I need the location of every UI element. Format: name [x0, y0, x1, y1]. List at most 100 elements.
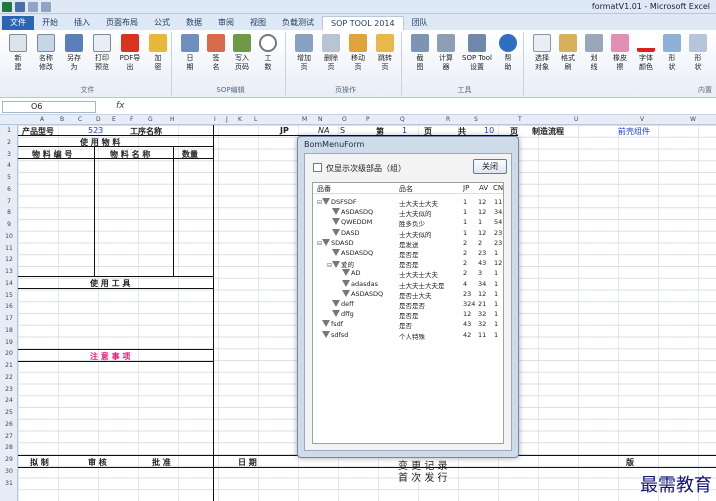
col-jp[interactable]: JP [463, 184, 469, 192]
calculator-button[interactable]: 计算 器 [434, 32, 458, 82]
jump-page-button[interactable]: 跳转 页 [373, 32, 397, 82]
work-hours-button[interactable]: 工 数 [256, 32, 280, 82]
tree-row[interactable]: deff 是否是否 324 21 1 [313, 299, 503, 310]
row-header[interactable]: 5 [0, 174, 18, 181]
print-preview-button[interactable]: 打印 预览 [90, 32, 114, 82]
redo-icon[interactable] [41, 2, 51, 12]
tab-file[interactable]: 文件 [2, 16, 34, 30]
column-header[interactable]: D [96, 115, 101, 125]
column-header[interactable]: J [226, 115, 228, 125]
col-cn[interactable]: CN [493, 184, 503, 192]
column-header[interactable]: O [342, 115, 347, 125]
column-header[interactable]: W [690, 115, 696, 125]
column-header[interactable]: A [40, 115, 44, 125]
row-header[interactable]: 27 [0, 433, 18, 440]
tree-row[interactable]: adasdas 士大夫士大夫是 4 34 1 [313, 279, 503, 290]
row-header[interactable]: 18 [0, 327, 18, 334]
bom-tree-list[interactable]: 品番 品名 JP AV CN ⊟ DSFSDF 士大夫士大夫 1 12 11 ASDASDQ… [312, 182, 504, 444]
column-header[interactable]: E [112, 115, 116, 125]
tab-team[interactable]: 团队 [404, 16, 436, 30]
column-header[interactable]: N [318, 115, 323, 125]
row-header[interactable]: 31 [0, 480, 18, 487]
sign-button[interactable]: 签 名 [204, 32, 228, 82]
row-header[interactable]: 13 [0, 268, 18, 275]
row-header[interactable]: 28 [0, 444, 18, 451]
row-header[interactable]: 23 [0, 386, 18, 393]
row-header[interactable]: 26 [0, 421, 18, 428]
row-header[interactable]: 7 [0, 198, 18, 205]
row-header[interactable]: 3 [0, 151, 18, 158]
row-header[interactable]: 17 [0, 315, 18, 322]
row-header[interactable]: 16 [0, 303, 18, 310]
date-button[interactable]: 日 期 [178, 32, 202, 82]
help-button[interactable]: 帮 助 [496, 32, 520, 82]
column-header[interactable]: P [366, 115, 370, 125]
delete-page-button[interactable]: 删除 页 [319, 32, 343, 82]
column-header[interactable]: H [170, 115, 175, 125]
column-header[interactable]: G [148, 115, 153, 125]
eraser-button[interactable]: 橡皮 擦 [608, 32, 632, 82]
row-header[interactable]: 19 [0, 339, 18, 346]
new-button[interactable]: 新 建 [6, 32, 30, 82]
tree-row[interactable]: ⊟ 爱的 是否是 2 43 12 [313, 258, 503, 269]
row-header[interactable]: 15 [0, 292, 18, 299]
tree-row[interactable]: DASD 士大夫似的 1 12 23 [313, 228, 503, 239]
rename-button[interactable]: 名称 修改 [34, 32, 58, 82]
col-part-no[interactable]: 品番 [317, 184, 331, 194]
tab-data[interactable]: 数据 [178, 16, 210, 30]
save-as-button[interactable]: 另存 为 [62, 32, 86, 82]
row-header[interactable]: 6 [0, 186, 18, 193]
row-header[interactable]: 9 [0, 221, 18, 228]
move-page-button[interactable]: 移动 页 [346, 32, 370, 82]
row-header[interactable]: 21 [0, 362, 18, 369]
tree-row[interactable]: ASDASDQ 是否是 2 23 1 [313, 248, 503, 259]
row-header[interactable]: 4 [0, 162, 18, 169]
tree-row[interactable]: dffg 是否是 12 32 1 [313, 309, 503, 320]
column-header[interactable]: S [474, 115, 478, 125]
col-part-name[interactable]: 品名 [399, 184, 413, 194]
tab-page-layout[interactable]: 页面布局 [98, 16, 146, 30]
fx-icon[interactable]: fx [116, 101, 125, 111]
add-page-button[interactable]: 增加 页 [292, 32, 316, 82]
column-header[interactable]: U [574, 115, 578, 125]
tree-row[interactable]: AD 士大夫士大夫 2 3 1 [313, 268, 503, 279]
tree-row[interactable]: ⊟ DSFSDF 士大夫士大夫 1 12 11 [313, 197, 503, 208]
tree-row[interactable]: QWEDDM 胜多负少 1 1 54 [313, 217, 503, 228]
show-secondary-checkbox[interactable] [313, 163, 322, 172]
column-header[interactable]: C [78, 115, 82, 125]
tree-row[interactable]: sdfsd 个人特殊 42 11 1 [313, 330, 503, 341]
row-header[interactable]: 29 [0, 456, 18, 463]
shape-button-2[interactable]: 形 状 [686, 32, 710, 82]
column-header[interactable]: M [302, 115, 307, 125]
column-header[interactable]: Q [400, 115, 405, 125]
row-header[interactable]: 14 [0, 280, 18, 287]
column-header[interactable]: K [238, 115, 242, 125]
column-header[interactable]: L [254, 115, 257, 125]
row-header[interactable]: 8 [0, 209, 18, 216]
format-painter-button[interactable]: 格式 刷 [556, 32, 580, 82]
sop-tool-settings-button[interactable]: SOP Tool 设置 [460, 32, 494, 82]
tab-sop-tool[interactable]: SOP TOOL 2014 [322, 16, 404, 30]
close-button[interactable]: 关闭 [473, 159, 507, 174]
row-header[interactable]: 20 [0, 350, 18, 357]
select-object-button[interactable]: 选择 对象 [530, 32, 554, 82]
tree-row[interactable]: ASDASDQ 士大夫似的 1 12 34 [313, 207, 503, 218]
tab-review[interactable]: 审阅 [210, 16, 242, 30]
save-icon[interactable] [15, 2, 25, 12]
tree-row[interactable]: ⊟ SDASD 是发送 2 2 23 [313, 238, 503, 249]
tree-row[interactable]: fsdf 是否 43 32 1 [313, 319, 503, 330]
pdf-export-button[interactable]: PDF导 出 [118, 32, 142, 82]
show-secondary-label[interactable]: 仅显示次级部品（组） [326, 163, 406, 174]
undo-icon[interactable] [28, 2, 38, 12]
row-header[interactable]: 1 [0, 127, 18, 134]
tab-view[interactable]: 视图 [242, 16, 274, 30]
tab-formulas[interactable]: 公式 [146, 16, 178, 30]
row-header[interactable]: 12 [0, 256, 18, 263]
write-page-no-button[interactable]: 写入 页码 [230, 32, 254, 82]
tab-insert[interactable]: 插入 [66, 16, 98, 30]
column-header[interactable]: I [214, 115, 216, 125]
row-header[interactable]: 10 [0, 233, 18, 240]
font-color-button[interactable]: 字体 颜色 [634, 32, 658, 82]
row-header[interactable]: 2 [0, 139, 18, 146]
row-header[interactable]: 30 [0, 468, 18, 475]
